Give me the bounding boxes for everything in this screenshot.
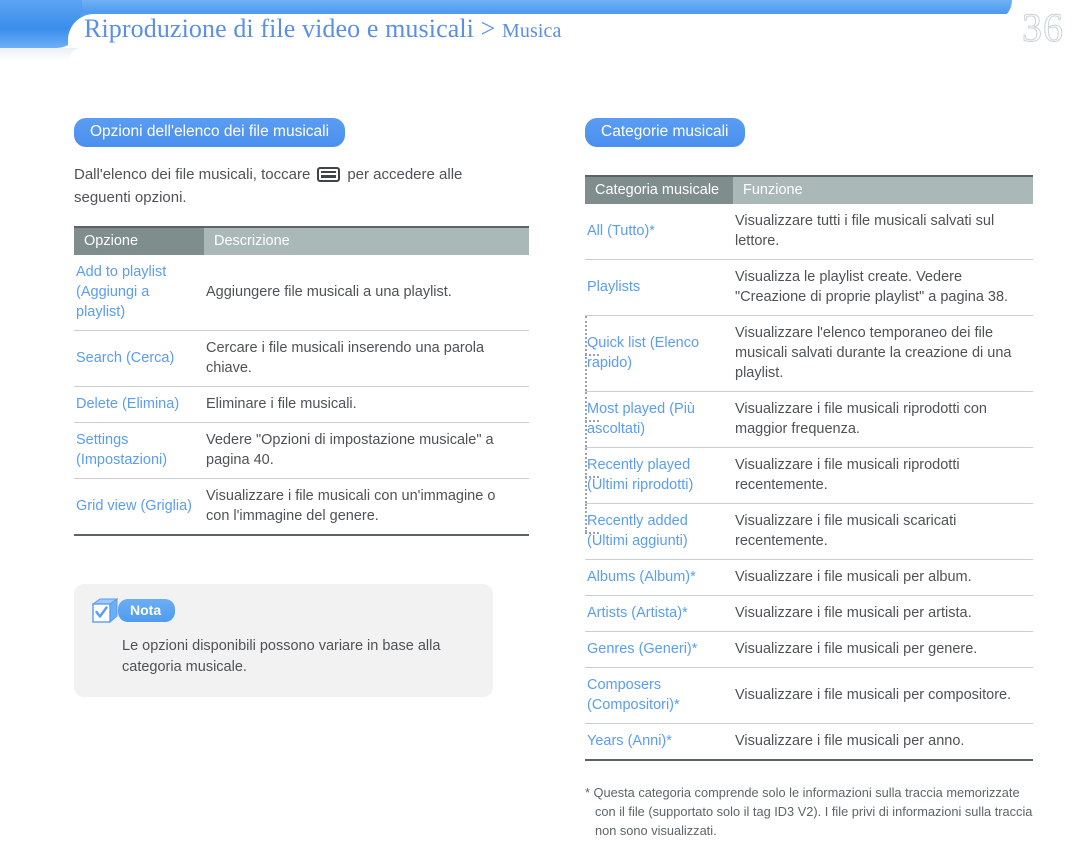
- option-description: Cercare i file musicali inserendo una pa…: [204, 330, 529, 387]
- tree-branch-icon: [585, 531, 599, 534]
- category-label: Recently played (Ultimi riprodotti): [587, 457, 694, 493]
- category-label: Quick list (Elenco rapido): [587, 335, 700, 371]
- table-row: Genres (Generi)* Visualizzare i file mus…: [585, 631, 1033, 668]
- page-header: Riproduzione di file video e musicali > …: [0, 0, 1080, 72]
- category-description: Visualizzare i file musicali per album.: [733, 559, 1033, 596]
- category-description: Visualizzare i file musicali per composi…: [733, 667, 1033, 724]
- table-row: Settings (Impostazioni) Vedere "Opzioni …: [74, 422, 529, 479]
- category-name: Quick list (Elenco rapido): [585, 315, 733, 392]
- category-name: Years (Anni)*: [585, 723, 733, 761]
- table-row: Artists (Artista)* Visualizzare i file m…: [585, 595, 1033, 632]
- breadcrumb-main: Riproduzione di file video e musicali >: [84, 14, 502, 43]
- category-name: All (Tutto)*: [585, 204, 733, 260]
- header-shadow-notch: [68, 48, 1080, 62]
- table-row: Recently played (Ultimi riprodotti) Visu…: [585, 447, 1033, 504]
- column-header-function: Funzione: [733, 177, 1033, 204]
- option-description: Aggiungere file musicali a una playlist.: [204, 254, 529, 331]
- left-column: Opzioni dell'elenco dei file musicali Da…: [74, 118, 529, 697]
- category-description: Visualizzare i file musicali scaricati r…: [733, 503, 1033, 560]
- category-name: Artists (Artista)*: [585, 595, 733, 632]
- category-description: Visualizzare i file musicali riprodotti …: [733, 391, 1033, 448]
- category-description: Visualizza le playlist create. Vedere "C…: [733, 259, 1033, 316]
- table-row: Grid view (Griglia) Visualizzare i file …: [74, 478, 529, 536]
- option-name: Settings (Impostazioni): [74, 422, 204, 479]
- right-section-title: Categorie musicali: [585, 118, 745, 147]
- left-intro-before: Dall'elenco dei file musicali, toccare: [74, 166, 311, 183]
- note-label: Nota: [118, 598, 176, 623]
- table-row: Add to playlist (Aggiungi a playlist) Ag…: [74, 254, 529, 331]
- breadcrumb: Riproduzione di file video e musicali > …: [84, 14, 561, 44]
- category-name: Recently played (Ultimi riprodotti): [585, 447, 733, 504]
- column-header-category: Categoria musicale: [585, 177, 733, 204]
- category-name: Genres (Generi)*: [585, 631, 733, 668]
- option-name: Add to playlist (Aggiungi a playlist): [74, 254, 204, 331]
- option-name: Delete (Elimina): [74, 386, 204, 423]
- category-description: Visualizzare tutti i file musicali salva…: [733, 204, 1033, 260]
- option-description: Visualizzare i file musicali con un'imma…: [204, 478, 529, 536]
- table-row: Search (Cerca) Cercare i file musicali i…: [74, 330, 529, 387]
- table-row: Composers (Compositori)* Visualizzare i …: [585, 667, 1033, 724]
- table-row: Playlists Visualizza le playlist create.…: [585, 259, 1033, 316]
- options-menu-icon: [317, 167, 341, 182]
- note-box: Nota Le opzioni disponibili possono vari…: [74, 583, 493, 697]
- table-row: Most played (Più ascoltati) Visualizzare…: [585, 391, 1033, 448]
- category-name: Playlists: [585, 259, 733, 316]
- note-header: Nota: [91, 598, 475, 624]
- tree-branch-icon: [585, 419, 599, 422]
- table-header-row: Opzione Descrizione: [74, 227, 529, 255]
- right-table-wrapper: Categoria musicale Funzione All (Tutto)*…: [585, 175, 1033, 761]
- note-cube-check-icon: [91, 598, 119, 624]
- category-description: Visualizzare l'elenco temporaneo dei fil…: [733, 315, 1033, 392]
- right-column: Categorie musicali Categoria musicale Fu…: [585, 118, 1033, 841]
- option-name: Search (Cerca): [74, 330, 204, 387]
- table-row: Years (Anni)* Visualizzare i file musica…: [585, 723, 1033, 761]
- category-description: Visualizzare i file musicali riprodotti …: [733, 447, 1033, 504]
- category-label: Recently added (Ultimi aggiunti): [587, 513, 688, 549]
- table-row: Recently added (Ultimi aggiunti) Visuali…: [585, 503, 1033, 560]
- page-number: 36: [1022, 5, 1064, 50]
- left-table-wrapper: Opzione Descrizione Add to playlist (Agg…: [74, 225, 529, 536]
- tree-line-icon: [585, 504, 587, 532]
- tree-branch-icon: [585, 353, 599, 356]
- left-section-title: Opzioni dell'elenco dei file musicali: [74, 118, 346, 147]
- option-description: Eliminare i file musicali.: [204, 386, 529, 423]
- footnote: * Questa categoria comprende solo le inf…: [585, 785, 1033, 839]
- left-intro-paragraph: Dall'elenco dei file musicali, toccare pe…: [74, 163, 504, 210]
- category-description: Visualizzare i file musicali per genere.: [733, 631, 1033, 668]
- music-list-options-table: Opzione Descrizione Add to playlist (Agg…: [74, 227, 529, 536]
- tree-branch-icon: [585, 475, 599, 478]
- category-name: Most played (Più ascoltati): [585, 391, 733, 448]
- category-description: Visualizzare i file musicali per anno.: [733, 723, 1033, 761]
- category-description: Visualizzare i file musicali per artista…: [733, 595, 1033, 632]
- option-name: Grid view (Griglia): [74, 478, 204, 536]
- breadcrumb-current: Musica: [501, 20, 562, 42]
- table-row: All (Tutto)* Visualizzare tutti i file m…: [585, 204, 1033, 260]
- table-row: Delete (Elimina) Eliminare i file musica…: [74, 386, 529, 423]
- table-header-row: Categoria musicale Funzione: [585, 177, 1033, 204]
- table-row: Albums (Album)* Visualizzare i file musi…: [585, 559, 1033, 596]
- category-name: Recently added (Ultimi aggiunti): [585, 503, 733, 560]
- option-description: Vedere "Opzioni di impostazione musicale…: [204, 422, 529, 479]
- category-label: Most played (Più ascoltati): [587, 401, 695, 437]
- note-text: Le opzioni disponibili possono variare i…: [122, 637, 441, 676]
- column-header-option: Opzione: [74, 227, 204, 255]
- table-row: Quick list (Elenco rapido) Visualizzare …: [585, 315, 1033, 392]
- category-name: Albums (Album)*: [585, 559, 733, 596]
- category-name: Composers (Compositori)*: [585, 667, 733, 724]
- column-header-description: Descrizione: [204, 227, 529, 255]
- music-categories-table: Categoria musicale Funzione All (Tutto)*…: [585, 177, 1033, 761]
